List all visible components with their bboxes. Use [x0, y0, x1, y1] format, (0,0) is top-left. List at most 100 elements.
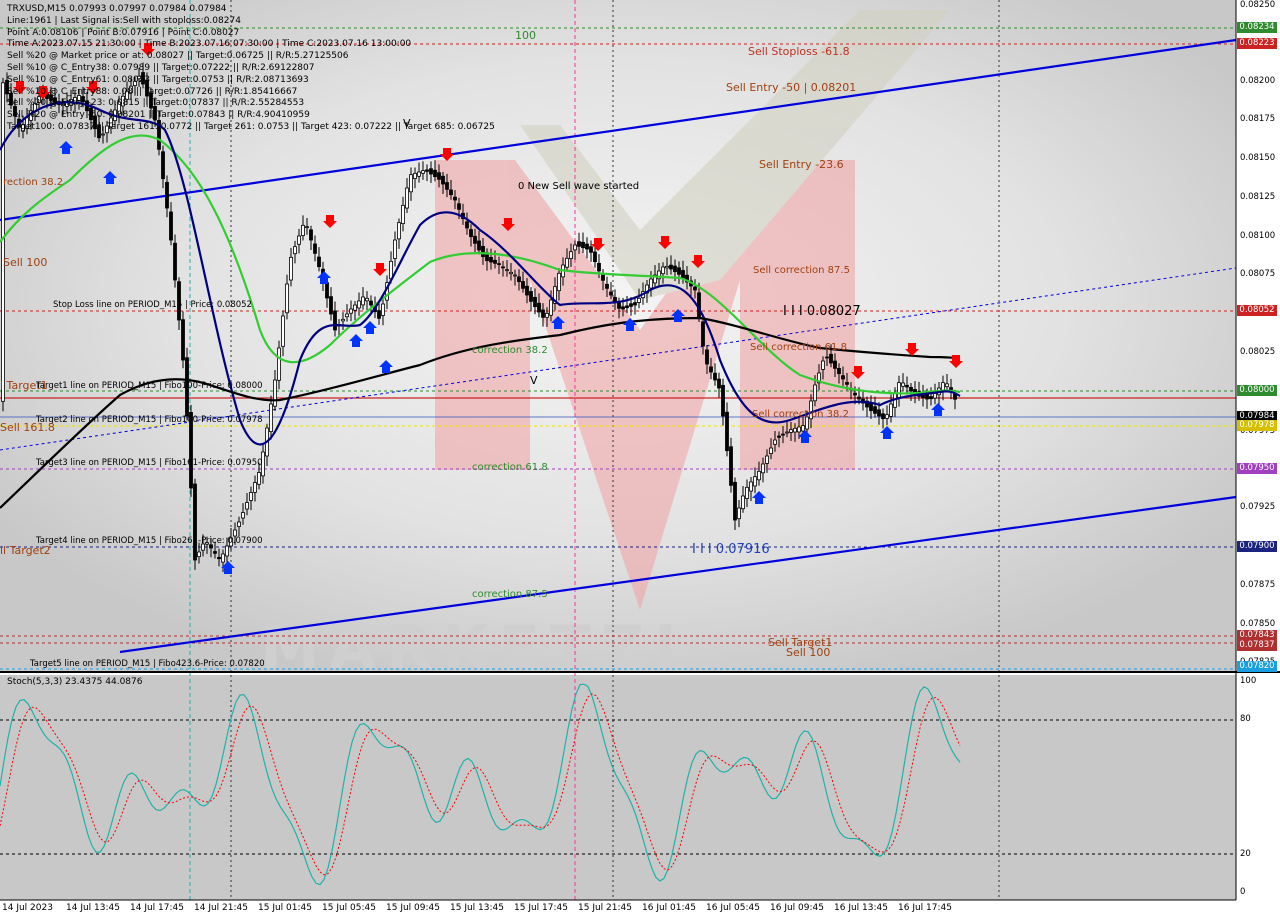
candle-body [729, 446, 733, 486]
candle-body [429, 168, 433, 175]
candle-body [169, 211, 173, 241]
candle-body [889, 403, 893, 417]
candle-body [353, 304, 357, 311]
candle-body [225, 545, 229, 557]
candle-body [761, 463, 765, 474]
candle-body [301, 224, 305, 236]
price-tag: 0.07837 [1237, 640, 1277, 651]
candle-body [717, 378, 721, 389]
signal-info-panel: TRXUSD,M15 0.07993 0.07997 0.07984 0.079… [7, 4, 495, 134]
candle-body [769, 447, 773, 454]
candle-body [393, 239, 397, 259]
candle-body [249, 492, 253, 501]
candle-body [665, 265, 669, 269]
chart-window[interactable]: MARKETZI TRXUSD,M15 0.07993 0.07997 0.07… [0, 0, 1280, 920]
stoch-level-label: 80 [1240, 714, 1251, 724]
info-line: Point A:0.08106 | Point B:0.07916 | Poin… [7, 27, 240, 38]
candle-body [637, 297, 641, 303]
candle-body [801, 425, 805, 432]
candle-body [365, 297, 369, 302]
time-axis-label: 16 Jul 05:45 [706, 903, 760, 913]
candle-body [737, 507, 741, 520]
candle-body [877, 409, 881, 417]
candle-body [713, 372, 717, 381]
time-axis-label: 15 Jul 17:45 [514, 903, 568, 913]
candle-body [625, 305, 629, 309]
candle-body [361, 296, 365, 306]
candle-body [709, 366, 713, 373]
candle-body [409, 174, 413, 193]
candle-body [457, 203, 461, 210]
new-sell-wave-label: 0 New Sell wave started [518, 181, 640, 192]
candle-body [793, 427, 797, 433]
candle-body [509, 271, 513, 275]
candle-body [773, 439, 777, 445]
time-axis-label: 15 Jul 01:45 [258, 903, 312, 913]
candle-body [701, 321, 705, 347]
candle-body [489, 256, 493, 263]
stop-loss-line-label: Stop Loss line on PERIOD_M15 | Price: 0.… [53, 300, 252, 310]
candle-body [349, 308, 353, 314]
candle-body [845, 382, 849, 385]
candle-body [369, 300, 373, 306]
candle-body [473, 235, 477, 244]
info-line: Sell %20 @ Entry -50: 0.08201 || Target:… [7, 110, 310, 121]
sell-1618-left-label: Sell 161.8 [0, 421, 55, 434]
info-line: Sell %10 @ C_Entry38: 0.07989 || Target:… [7, 62, 315, 73]
correction-618-mid-label: correction 61.8 [472, 462, 548, 473]
time-axis-label: 15 Jul 21:45 [578, 903, 632, 913]
candle-body [569, 251, 573, 259]
correction-875-mid-label: correction 87.5 [472, 589, 548, 600]
price-axis-label: 0.08175 [1240, 114, 1276, 124]
candle-body [449, 189, 453, 196]
candle-body [289, 256, 293, 281]
candle-body [693, 286, 697, 291]
point-c-label: I I I 0.08027 [783, 304, 861, 319]
candle-body [465, 221, 469, 229]
sell-stoploss-label: Sell Stoploss -61.8 [748, 45, 850, 58]
candle-body [333, 310, 337, 331]
sell-100-left-label: Sell 100 [3, 256, 48, 269]
candle-body [481, 245, 485, 258]
candle-body [397, 222, 401, 240]
info-line: Sell %20 @ Entry -23: 0.0815 || Target:0… [7, 98, 305, 109]
stoch-level-label: 100 [1240, 676, 1257, 686]
candle-body [545, 312, 549, 318]
candle-body [521, 281, 525, 289]
candle-body [629, 303, 633, 307]
candle-body [617, 301, 621, 309]
sell-entry-23-label: Sell Entry -23.6 [759, 158, 844, 171]
candle-body [357, 300, 361, 309]
candle-body [281, 315, 285, 347]
candle-body [257, 472, 261, 485]
price-tag: 0.07900 [1237, 541, 1277, 552]
time-axis-label: 14 Jul 21:45 [194, 903, 248, 913]
candle-body [905, 384, 909, 388]
sell-correction-618-label: Sell correction 61.8 [750, 342, 847, 353]
candle-body [589, 246, 593, 253]
symbol-header: TRXUSD,M15 0.07993 0.07997 0.07984 0.079… [7, 4, 227, 14]
candle-body [453, 196, 457, 201]
price-axis-label: 0.08100 [1240, 231, 1276, 241]
price-tag: 0.08000 [1237, 385, 1277, 396]
price-axis-label: 0.07850 [1240, 619, 1276, 629]
time-axis-label: 14 Jul 17:45 [130, 903, 184, 913]
candle-body [533, 296, 537, 308]
candle-body [673, 265, 677, 273]
candle-body [597, 262, 601, 272]
candle-body [165, 181, 169, 209]
target3-line-label: Target3 line on PERIOD_M15 | Fibo161-Pri… [36, 458, 263, 468]
time-axis-label: 16 Jul 09:45 [770, 903, 824, 913]
candle-body [525, 285, 529, 296]
price-axis-label: 0.08200 [1240, 76, 1276, 86]
candle-body [217, 556, 221, 560]
info-line: Target100: 0.07837 || Target 161: 0.0772… [7, 121, 495, 132]
stoch-level-label: 0 [1240, 887, 1246, 897]
level-100-label: 100 [515, 29, 536, 42]
candle-body [733, 481, 737, 521]
candle-body [649, 278, 653, 289]
price-axis-label: 0.07875 [1240, 580, 1276, 590]
candle-body [381, 303, 385, 316]
price-axis-label: 0.08125 [1240, 192, 1276, 202]
info-line: Line:1961 | Last Signal is:Sell with sto… [7, 15, 241, 26]
